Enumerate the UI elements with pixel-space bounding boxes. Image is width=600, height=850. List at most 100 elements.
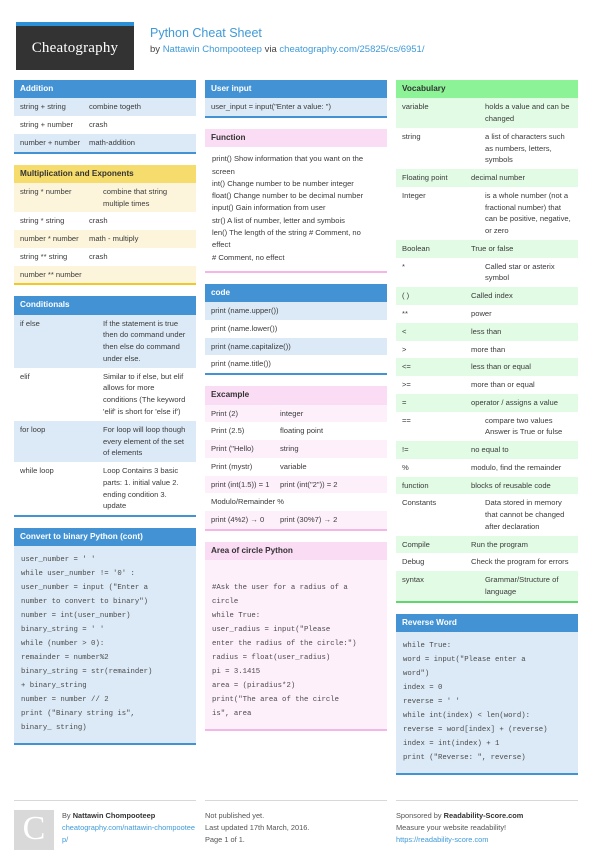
source-url-link[interactable]: cheatography.com/25825/cs/6951/ (279, 44, 424, 55)
row-key: Integer (402, 190, 426, 200)
page-info: Page 1 of 1. (205, 834, 245, 844)
card-title: Excample (205, 386, 387, 405)
footer-author-url[interactable]: cheatography.com/nattawin-chompooteep/ (62, 823, 195, 844)
row-key: print (name.upper()) (211, 306, 279, 316)
table-row: if else If the statement is true then do … (14, 314, 196, 368)
row-value: less than (471, 326, 502, 336)
row-value (89, 269, 190, 281)
table-row: print (name.lower()) (205, 319, 387, 338)
card: Reverse Word while True: word = input("Pl… (396, 613, 578, 775)
row-key: Print (2.5) (211, 426, 245, 436)
card-rows: if else If the statement is true then do … (14, 314, 196, 518)
row-key: Print ("Hello) (211, 444, 254, 454)
row-value: compare two values Answer is True or ful… (485, 415, 563, 437)
row-key: number + number (20, 137, 81, 147)
table-row: elif Similar to if else, but elif allows … (14, 367, 196, 421)
sponsor-name: Readability-Score.com (443, 811, 524, 820)
row-key: ( ) (402, 291, 410, 301)
row-value: holds a value and can be changed (485, 102, 570, 124)
card-title: User input (205, 80, 387, 99)
table-row: number ** number (14, 265, 196, 284)
card-title: code (205, 283, 387, 303)
table-row: Print ("Hello) string (205, 440, 387, 458)
row-key: Print (mystr) (211, 461, 253, 471)
row-value: blocks of reusable code (471, 480, 551, 490)
row-key: string (402, 131, 421, 141)
row-key: if else (20, 318, 40, 328)
footer-publish-text: Not published yet. Last updated 17th Mar… (205, 810, 309, 850)
row-key: elif (20, 371, 30, 381)
row-value: string (280, 444, 299, 454)
author-link[interactable]: Nattawin Chompooteep (163, 44, 262, 55)
table-row: for loop For loop will loop though every … (14, 420, 196, 463)
sponsor-prefix: Sponsored by (396, 811, 444, 820)
table-row: Print (2) integer (205, 404, 387, 423)
table-row: <= less than or equal (396, 358, 578, 377)
row-value: Called star or asterix symbol (485, 261, 555, 283)
code-block: while True: word = input("Please enter a… (396, 632, 578, 775)
row-key: print (name.capitalize()) (211, 341, 291, 351)
table-row: Modulo/Remainder % (205, 493, 387, 512)
table-row: Floating point decimal number (396, 169, 578, 187)
row-key: Constants (402, 498, 437, 508)
row-key: while loop (20, 466, 54, 476)
row-key: string ** string (20, 251, 68, 261)
card: Conditionals if else If the statement is t… (14, 296, 196, 518)
table-row: ( ) Called index (396, 287, 578, 305)
card: Vocabulary variable holds a value and can … (396, 80, 578, 603)
row-key: ** (402, 308, 408, 318)
row-key: variable (402, 102, 429, 112)
freetext-line: print() Show information that you want o… (212, 154, 364, 176)
row-key: != (402, 445, 409, 455)
row-key: Boolean (402, 243, 430, 253)
row-key: print (name.title()) (211, 359, 271, 369)
table-row: user_input = input("Enter a value: ") (205, 98, 387, 117)
table-row: * Called star or asterix symbol (396, 257, 578, 288)
footer-author-text: By Nattawin Chompooteep cheatography.com… (62, 810, 196, 850)
row-key: Print (2) (211, 408, 239, 418)
card-freetext: print() Show information that you want o… (205, 147, 387, 273)
table-row: string + number crash (14, 116, 196, 134)
cheatography-logo[interactable]: Cheatography (16, 22, 134, 70)
column-3: Vocabulary variable holds a value and can … (396, 80, 578, 786)
card-title: Convert to binary Python (cont) (14, 528, 196, 547)
card-title: Multiplication and Exponents (14, 164, 196, 183)
footer-sponsor-block: Sponsored by Readability-Score.com Measu… (396, 800, 578, 850)
page-footer: C By Nattawin Chompooteep cheatography.c… (0, 792, 600, 850)
card-title: Area of circle Python (205, 541, 387, 561)
row-value: more than or equal (471, 380, 535, 390)
card-rows: user_input = input("Enter a value: ") (205, 98, 387, 119)
row-value: Run the program (471, 539, 528, 549)
card-rows: string + string combine togeth string + nu… (14, 98, 196, 154)
table-row: Print (2.5) floating point (205, 422, 387, 441)
row-key: <= (402, 362, 411, 372)
row-key: < (402, 326, 407, 336)
row-value: floating point (280, 426, 324, 436)
row-value: decimal number (471, 173, 526, 183)
sponsor-tagline: Measure your website readability! (396, 822, 507, 832)
card: Area of circle Python #Ask the user for … (205, 541, 387, 732)
table-row: string * string crash (14, 212, 196, 231)
byline-via: via (261, 44, 280, 56)
row-value: If the statement is true then do command… (103, 318, 186, 363)
byline-prefix: by (150, 44, 163, 56)
row-value: no equal to (471, 445, 509, 455)
table-row: % modulo, find the remainder (396, 458, 578, 477)
table-row: string a list of characters such as numbe… (396, 127, 578, 170)
sheet-columns: Addition string + string combine togeth str… (0, 80, 600, 786)
row-value: Loop Contains 3 basic parts: 1. initial … (103, 466, 179, 511)
table-row: print (name.title()) (205, 355, 387, 374)
row-key: user_input = input("Enter a value: ") (211, 102, 331, 112)
row-value: operator / assigns a value (471, 397, 558, 407)
row-value: crash (89, 216, 108, 226)
row-key: for loop (20, 424, 46, 434)
last-updated: Last updated 17th March, 2016. (205, 822, 310, 832)
row-value: crash (89, 251, 108, 261)
card-title: Reverse Word (396, 613, 578, 632)
sponsor-url[interactable]: https://readability-score.com (396, 835, 488, 844)
row-key: >= (402, 380, 411, 390)
table-row: Boolean True or false (396, 239, 578, 258)
row-value: less than or equal (471, 362, 531, 372)
row-key: = (402, 397, 407, 407)
row-key: Debug (402, 557, 425, 567)
